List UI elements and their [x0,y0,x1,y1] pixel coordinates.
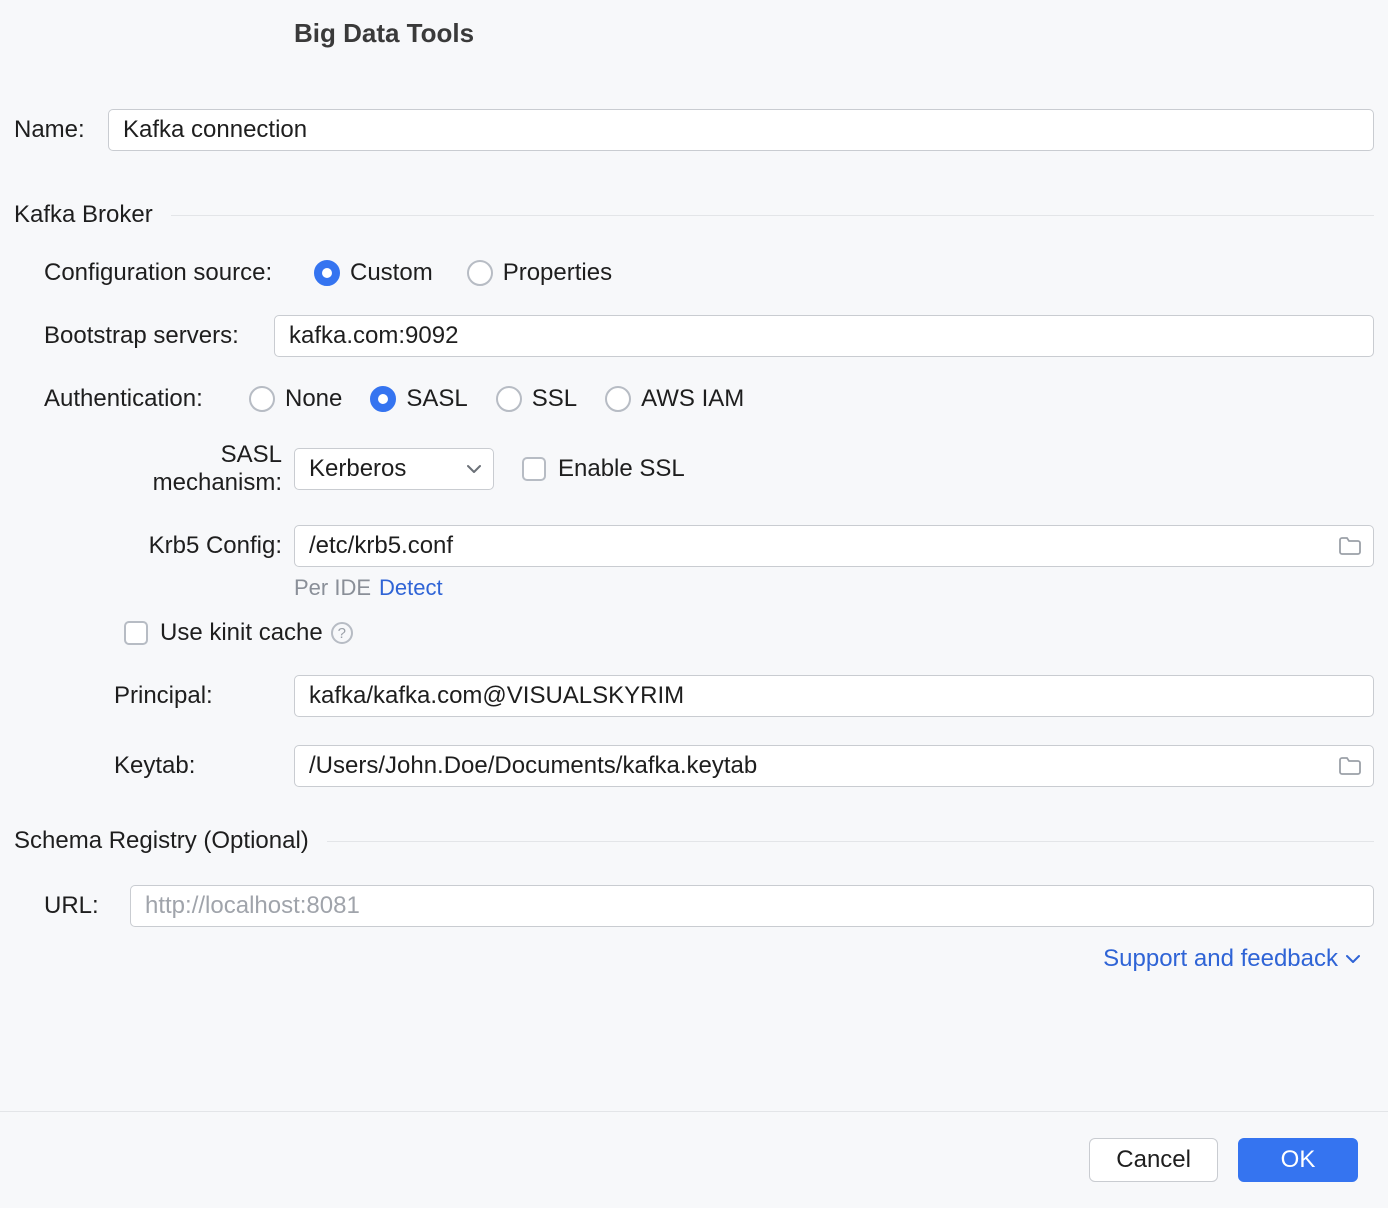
krb5-input[interactable] [294,525,1374,567]
auth-sasl-radio[interactable]: SASL [370,385,467,413]
ok-button[interactable]: OK [1238,1138,1358,1182]
schema-url-input[interactable] [130,885,1374,927]
name-row: Name: [14,109,1374,151]
page-title: Big Data Tools [294,18,1374,49]
cancel-button[interactable]: Cancel [1089,1138,1218,1182]
config-source-properties-radio[interactable]: Properties [467,259,612,287]
krb5-label: Krb5 Config: [114,532,294,560]
principal-input[interactable] [294,675,1374,717]
auth-aws-radio[interactable]: AWS IAM [605,385,744,413]
auth-ssl-label: SSL [532,385,577,413]
radio-icon [314,260,340,286]
radio-icon [467,260,493,286]
kafka-broker-section-header: Kafka Broker [14,201,1374,229]
enable-ssl-label: Enable SSL [558,455,685,483]
radio-icon [249,386,275,412]
divider [327,841,1374,842]
divider [171,215,1374,216]
sasl-mechanism-select[interactable]: Kerberos [294,448,494,490]
config-source-custom-radio[interactable]: Custom [314,259,433,287]
auth-sasl-label: SASL [406,385,467,413]
schema-url-row: URL: [14,885,1374,927]
help-icon[interactable]: ? [331,622,353,644]
keytab-label: Keytab: [114,752,294,780]
dialog-footer: Cancel OK [0,1111,1388,1208]
auth-none-radio[interactable]: None [249,385,342,413]
config-source-label: Configuration source: [44,259,314,287]
authentication-row: Authentication: None SASL SSL AWS IAM [14,385,1374,413]
checkbox-icon [124,621,148,645]
chevron-down-icon [1346,954,1360,964]
auth-aws-label: AWS IAM [641,385,744,413]
krb5-hint-row: Per IDE Detect [14,575,1374,601]
auth-ssl-radio[interactable]: SSL [496,385,577,413]
radio-icon [496,386,522,412]
config-source-row: Configuration source: Custom Properties [14,259,1374,287]
bootstrap-label: Bootstrap servers: [44,322,274,350]
schema-url-label: URL: [44,892,130,920]
config-source-custom-label: Custom [350,259,433,287]
enable-ssl-checkbox[interactable]: Enable SSL [522,455,685,483]
keytab-row: Keytab: [14,745,1374,787]
principal-label: Principal: [114,682,294,710]
principal-row: Principal: [14,675,1374,717]
keytab-input[interactable] [294,745,1374,787]
krb5-detect-link[interactable]: Detect [379,575,443,601]
folder-icon[interactable] [1338,536,1362,556]
radio-icon [605,386,631,412]
chevron-down-icon [467,464,481,474]
kinit-row: Use kinit cache ? [14,619,1374,647]
name-input[interactable] [108,109,1374,151]
kinit-label: Use kinit cache [160,619,323,647]
name-label: Name: [14,116,108,144]
auth-none-label: None [285,385,342,413]
sasl-mechanism-value: Kerberos [309,455,406,483]
krb5-row: Krb5 Config: [14,525,1374,567]
authentication-label: Authentication: [44,385,249,413]
schema-section-title: Schema Registry (Optional) [14,827,309,855]
radio-icon [370,386,396,412]
checkbox-icon [522,457,546,481]
support-feedback-label: Support and feedback [1103,945,1338,973]
kinit-checkbox[interactable]: Use kinit cache [124,619,323,647]
kafka-broker-section-title: Kafka Broker [14,201,153,229]
schema-section-header: Schema Registry (Optional) [14,827,1374,855]
folder-icon[interactable] [1338,756,1362,776]
bootstrap-row: Bootstrap servers: [14,315,1374,357]
bootstrap-input[interactable] [274,315,1374,357]
sasl-mechanism-row: SASL mechanism: Kerberos Enable SSL [14,441,1374,497]
sasl-mechanism-label: SASL mechanism: [114,441,294,497]
support-feedback-link[interactable]: Support and feedback [14,945,1374,973]
krb5-hint-prefix: Per IDE [294,575,371,601]
config-source-properties-label: Properties [503,259,612,287]
